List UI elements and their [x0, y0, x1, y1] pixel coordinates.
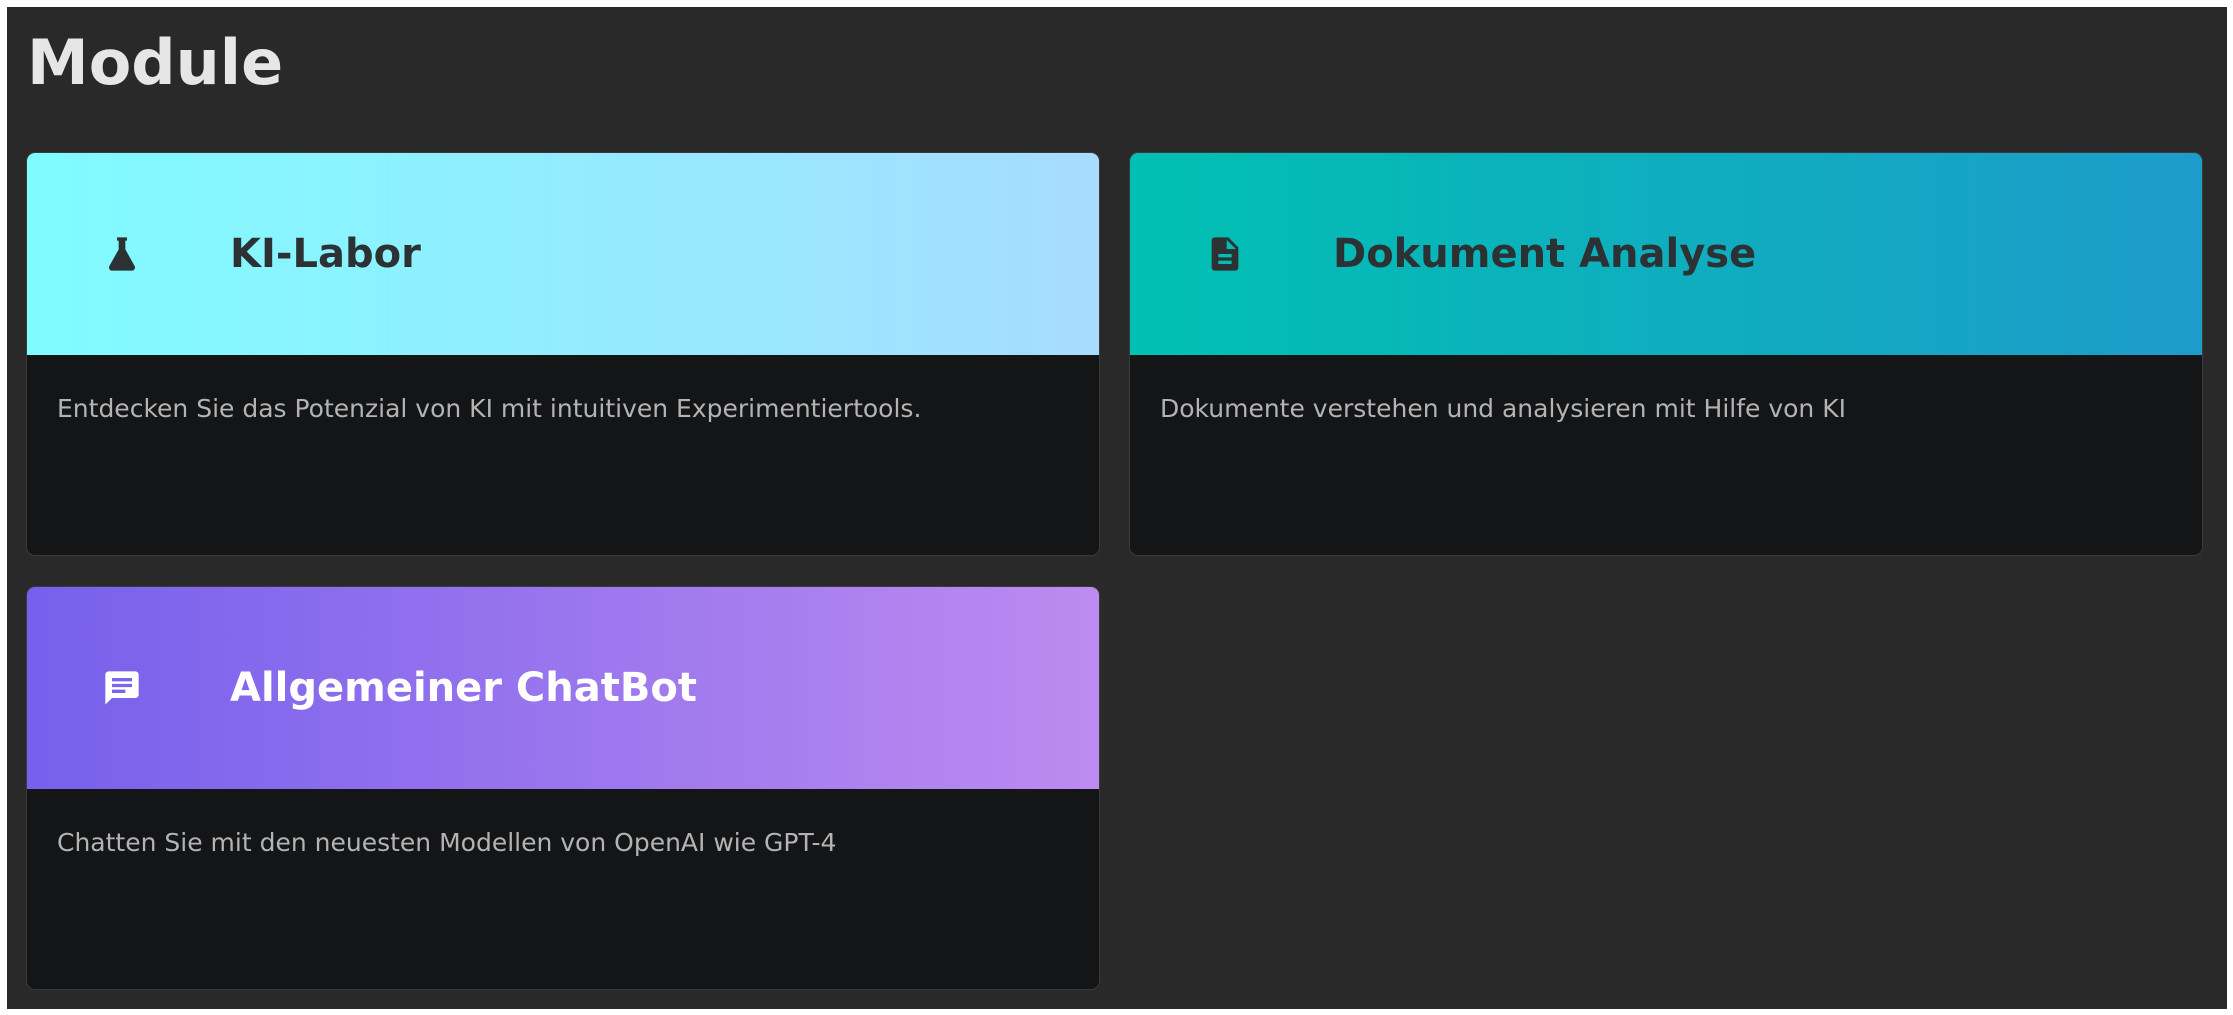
document-icon [1211, 237, 1239, 271]
card-title: Dokument Analyse [1333, 231, 1757, 277]
card-header: Dokument Analyse [1130, 153, 2202, 355]
card-description: Chatten Sie mit den neuesten Modellen vo… [57, 828, 837, 857]
card-title: Allgemeiner ChatBot [230, 665, 697, 711]
card-header: Allgemeiner ChatBot [27, 587, 1099, 789]
card-title: KI-Labor [230, 231, 421, 277]
flask-icon [108, 237, 136, 271]
module-card-allgemeiner-chatbot[interactable]: Allgemeiner ChatBot Chatten Sie mit den … [27, 587, 1099, 989]
module-card-dokument-analyse[interactable]: Dokument Analyse Dokumente verstehen und… [1130, 153, 2202, 555]
module-card-ki-labor[interactable]: KI-Labor Entdecken Sie das Potenzial von… [27, 153, 1099, 555]
chat-icon [105, 671, 139, 705]
card-description: Dokumente verstehen und analysieren mit … [1160, 394, 1846, 423]
app-frame: Module KI-Labor Entdecken Sie das Potenz… [7, 7, 2227, 1009]
card-header: KI-Labor [27, 153, 1099, 355]
page-title: Module [27, 26, 284, 99]
card-description: Entdecken Sie das Potenzial von KI mit i… [57, 394, 922, 423]
